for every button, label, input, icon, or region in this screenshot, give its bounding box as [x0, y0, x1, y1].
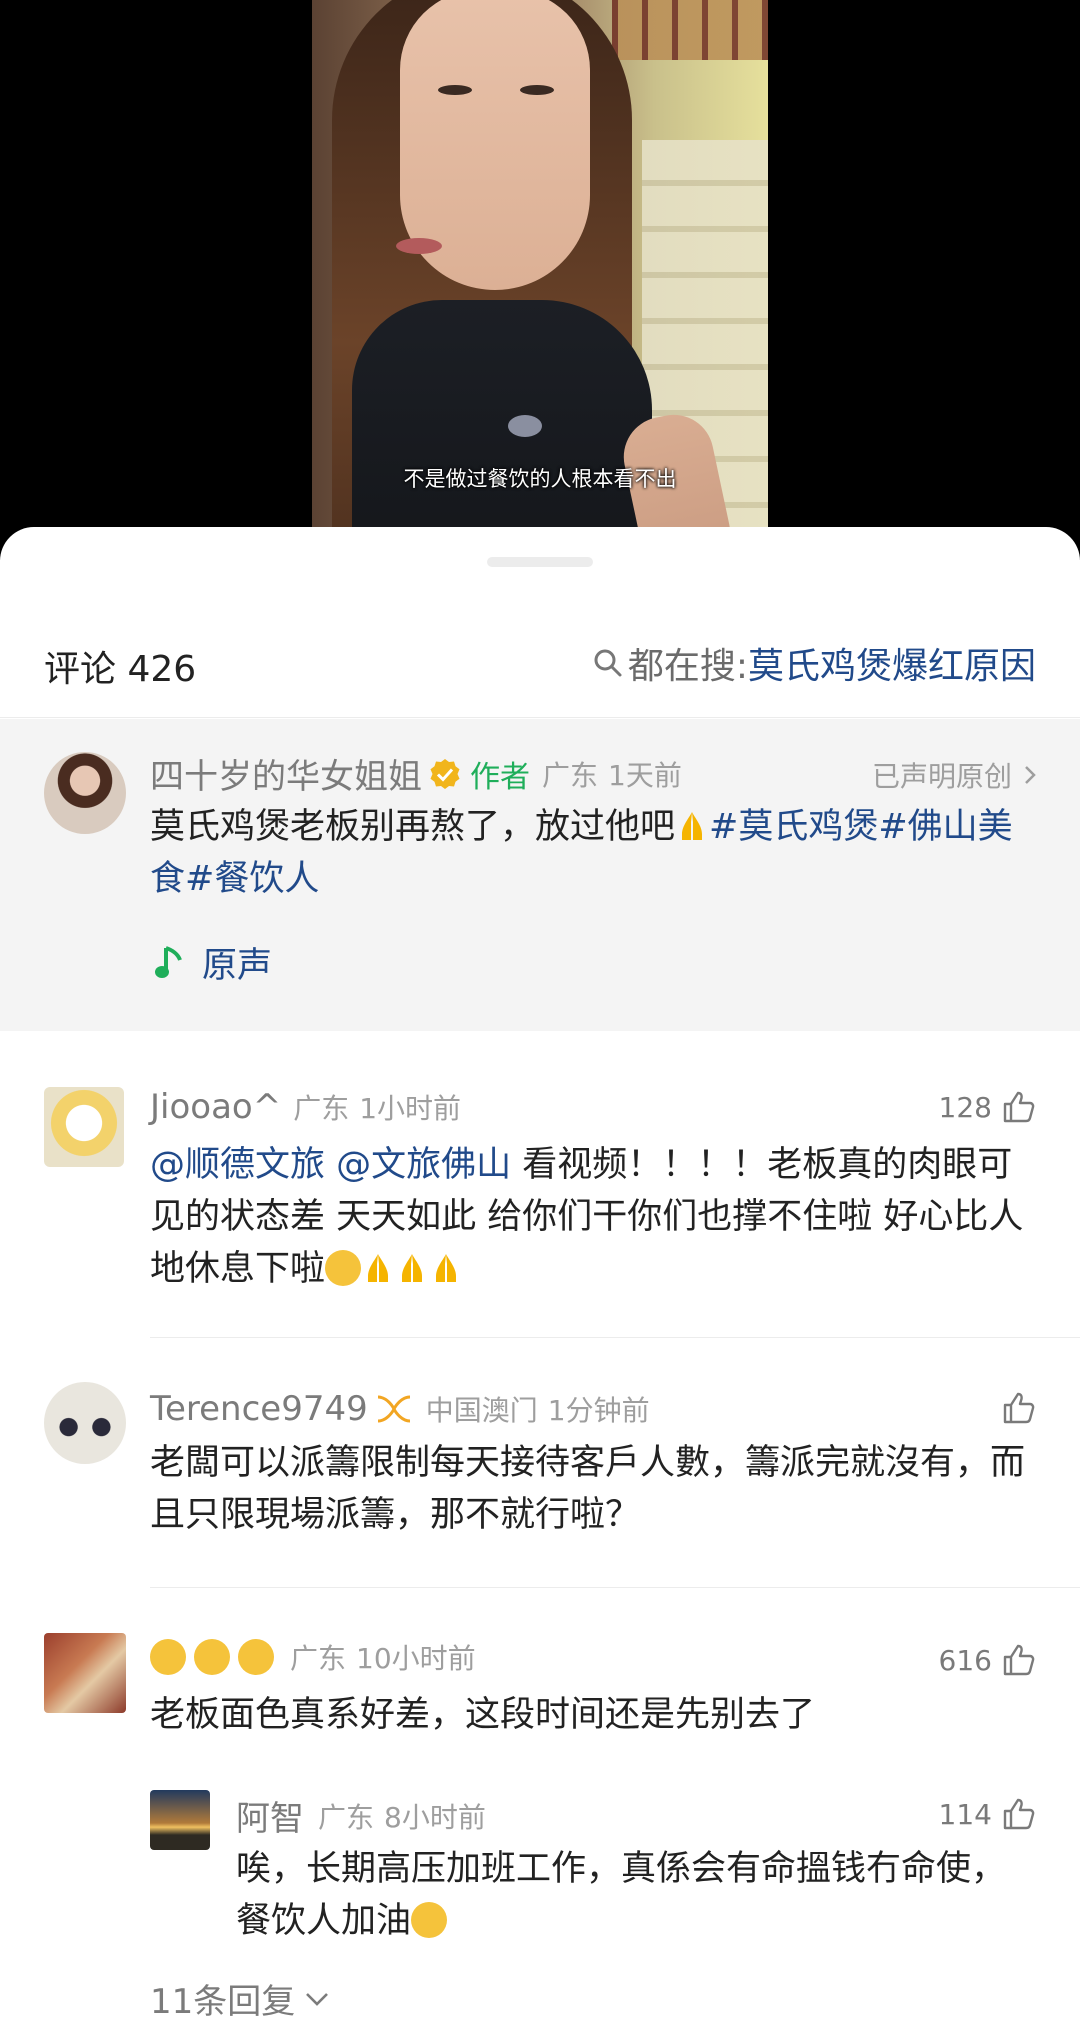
comment-time: 10小时前 — [356, 1642, 476, 1675]
avatar[interactable] — [44, 1633, 126, 1713]
author-time: 1天前 — [608, 758, 682, 792]
comment-username[interactable]: Jiooao^ — [150, 1087, 281, 1127]
mention-1[interactable]: @顺德文旅 — [150, 1145, 325, 1185]
drag-handle[interactable] — [487, 557, 593, 567]
thinking-emoji-icon — [194, 1639, 230, 1675]
reply-time: 8小时前 — [384, 1800, 486, 1834]
comment-location: 广东 — [293, 1092, 350, 1125]
like-button[interactable]: 114 — [939, 1797, 1036, 1831]
thinking-emoji-icon — [150, 1639, 186, 1675]
bow-badge-icon — [377, 1395, 410, 1423]
pray-emoji-icon — [368, 1254, 389, 1282]
more-replies-button[interactable]: 11条回复 — [150, 1974, 331, 2023]
chevron-right-icon — [1025, 766, 1036, 784]
trending-search[interactable]: 都在搜: 莫氏鸡煲爆红原因 — [592, 637, 1036, 689]
pray-emoji-icon — [402, 1254, 423, 1282]
comment-text: 老闆可以派籌限制每天接待客戶人數，籌派完就沒有，而且只限現場派籌，那不就行啦？ — [150, 1443, 1026, 1535]
thumbs-up-icon — [1003, 1091, 1035, 1123]
thumbs-up-icon — [1003, 1798, 1035, 1830]
music-note-icon — [155, 945, 182, 978]
avatar[interactable] — [44, 1382, 126, 1464]
search-term[interactable]: 莫氏鸡煲爆红原因 — [748, 637, 1036, 689]
like-button[interactable]: 616 — [939, 1643, 1036, 1677]
like-count: 616 — [938, 1643, 992, 1677]
author-badge: 作者 — [470, 759, 530, 795]
reply-avatar[interactable] — [150, 1790, 210, 1850]
divider — [0, 717, 1080, 718]
search-prefix: 都在搜: — [627, 646, 748, 687]
hashtag-1[interactable]: #莫氏鸡煲 — [709, 807, 878, 847]
author-location: 广东 — [542, 758, 599, 792]
author-post-text: 莫氏鸡煲老板别再熬了，放过他吧 #莫氏鸡煲#佛山美食#餐饮人 — [150, 801, 1040, 905]
comment-location: 中国澳门 — [425, 1394, 538, 1427]
pray-emoji-icon — [682, 812, 703, 840]
post-text: 莫氏鸡煲老板别再熬了，放过他吧 — [150, 807, 676, 847]
like-button[interactable]: 128 — [939, 1090, 1036, 1124]
comment-count: 评论 426 — [44, 649, 197, 690]
thinking-emoji-icon — [238, 1639, 274, 1675]
search-icon — [594, 649, 622, 677]
divider — [150, 1587, 1080, 1588]
verified-icon — [430, 758, 460, 789]
video-subtitle: 不是做过餐饮的人根本看不出 — [403, 467, 677, 491]
thumbs-up-icon — [1003, 1644, 1035, 1676]
comment-username[interactable]: Terence9749 — [150, 1389, 368, 1429]
like-count: 128 — [938, 1090, 992, 1124]
comment-text: @顺德文旅 @文旅佛山 看视频！！！！老板真的肉眼可见的状态差 天天如此 给你们… — [150, 1139, 1040, 1295]
video-player[interactable]: 不是做过餐饮的人根本看不出 — [0, 0, 1080, 560]
divider — [150, 1337, 1080, 1338]
mention-2[interactable]: @文旅佛山 — [336, 1145, 511, 1185]
laughing-crying-emoji-icon — [411, 1902, 448, 1938]
thumbs-up-icon — [1003, 1392, 1035, 1424]
reply-body: 唉，长期高压加班工作，真係会有命搵钱冇命使，餐饮人加油 — [236, 1849, 1007, 1941]
music-row[interactable]: 原声 — [154, 937, 272, 988]
original-label: 已声明原创 — [871, 760, 1012, 793]
chevron-down-icon — [306, 1992, 329, 2006]
comment-location: 广东 — [290, 1642, 347, 1675]
reply-text: 唉，长期高压加班工作，真係会有命搵钱冇命使，餐饮人加油 — [236, 1843, 1040, 1947]
like-count: 114 — [938, 1797, 992, 1831]
original-declared[interactable]: 已声明原创 — [872, 755, 1040, 795]
hashtag-3[interactable]: #餐饮人 — [185, 859, 319, 899]
author-username[interactable]: 四十岁的华女姐姐 — [150, 749, 422, 798]
reply-username[interactable]: 阿智 — [236, 1791, 304, 1840]
author-post: 四十岁的华女姐姐 作者 广东 1天前 已声明原创 莫氏鸡煲老板别再熬了，放过他吧… — [0, 719, 1080, 1031]
laughing-crying-emoji-icon — [325, 1250, 362, 1286]
avatar[interactable] — [44, 1087, 124, 1167]
music-label: 原声 — [202, 946, 273, 986]
comment-time: 1分钟前 — [547, 1394, 650, 1427]
like-button[interactable] — [992, 1391, 1036, 1425]
more-replies-label: 11条回复 — [150, 1982, 296, 2022]
comment-time: 1小时前 — [359, 1092, 462, 1125]
comment-text: 老板面色真系好差，这段时间还是先别去了 — [150, 1695, 816, 1735]
reply-location: 广东 — [318, 1800, 375, 1834]
author-avatar[interactable] — [44, 752, 126, 834]
comment-sheet: 评论 426 都在搜: 莫氏鸡煲爆红原因 四十岁的华女姐姐 作者 广东 1天前 … — [0, 527, 1080, 2022]
pray-emoji-icon — [436, 1254, 457, 1282]
